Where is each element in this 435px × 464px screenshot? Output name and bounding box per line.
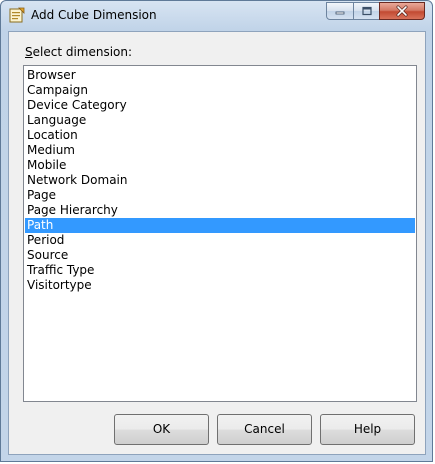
dialog-client-area: Select dimension: Browser Campaign Device … xyxy=(8,31,426,455)
dimension-list-item[interactable]: Device Category xyxy=(25,98,415,113)
dimension-list-item[interactable]: Browser xyxy=(25,68,415,83)
dimension-list-item[interactable]: Location xyxy=(25,128,415,143)
dimension-list-item[interactable]: Period xyxy=(25,233,415,248)
select-dimension-label: Select dimension: xyxy=(25,45,132,59)
maximize-icon xyxy=(361,6,372,16)
close-button[interactable] xyxy=(379,2,425,20)
dialog-window: Add Cube Dimension Select dimension: Bro… xyxy=(0,0,433,462)
dimension-list-item[interactable]: Page Hierarchy xyxy=(25,203,415,218)
minimize-button[interactable] xyxy=(326,2,354,20)
maximize-button[interactable] xyxy=(353,2,380,20)
dimension-list-item[interactable]: Visitortype xyxy=(25,278,415,293)
minimize-icon xyxy=(335,11,345,15)
dimension-list-item[interactable]: Source xyxy=(25,248,415,263)
dimension-listbox[interactable]: Browser Campaign Device Category Language Lo… xyxy=(23,65,417,402)
dimension-list-item[interactable]: Page xyxy=(25,188,415,203)
cube-dimension-icon xyxy=(9,7,25,23)
dimension-list-item[interactable]: Path xyxy=(25,218,415,233)
dimension-list-item[interactable]: Medium xyxy=(25,143,415,158)
cancel-button[interactable]: Cancel xyxy=(217,414,312,445)
dimension-list-item[interactable]: Traffic Type xyxy=(25,263,415,278)
title-bar[interactable]: Add Cube Dimension xyxy=(1,1,432,31)
ok-button[interactable]: OK xyxy=(114,414,209,445)
window-title: Add Cube Dimension xyxy=(31,8,157,22)
help-button[interactable]: Help xyxy=(320,414,415,445)
label-access-key: S xyxy=(25,45,33,59)
dimension-list-item[interactable]: Mobile xyxy=(25,158,415,173)
dimension-list-item[interactable]: Network Domain xyxy=(25,173,415,188)
label-text: elect dimension: xyxy=(32,45,133,59)
dimension-list-item[interactable]: Language xyxy=(25,113,415,128)
dimension-list-item[interactable]: Campaign xyxy=(25,83,415,98)
close-icon xyxy=(396,5,408,17)
